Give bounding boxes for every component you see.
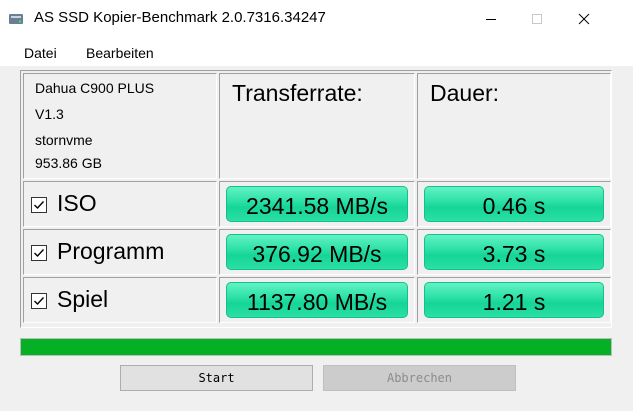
results-grid: Dahua C900 PLUS V1.3 stornvme 953.86 GB … xyxy=(20,70,612,328)
disk-benchmark-icon xyxy=(9,14,23,24)
title-bar: AS SSD Kopier-Benchmark 2.0.7316.34247 xyxy=(0,0,633,38)
checkbox-programm[interactable] xyxy=(31,245,47,261)
maximize-icon xyxy=(532,14,542,24)
progress-fill xyxy=(21,339,611,355)
row-programm-transfer-cell: 376.92 MB/s xyxy=(219,229,415,275)
menu-datei[interactable]: Datei xyxy=(24,45,57,61)
close-button[interactable] xyxy=(561,0,607,38)
drive-driver: stornvme xyxy=(35,132,93,148)
result-bar: 0.46 s xyxy=(424,186,604,222)
row-spiel-label-cell: Spiel xyxy=(23,277,217,323)
row-iso-label-cell: ISO xyxy=(23,181,217,227)
result-bar: 3.73 s xyxy=(424,234,604,270)
minimize-icon xyxy=(486,19,496,20)
row-spiel-duration-cell: 1.21 s xyxy=(417,277,611,323)
drive-capacity: 953.86 GB xyxy=(35,155,102,171)
drive-model: Dahua C900 PLUS xyxy=(35,80,155,96)
row-programm-duration-cell: 3.73 s xyxy=(417,229,611,275)
checkbox-spiel[interactable] xyxy=(31,293,47,309)
progress-bar xyxy=(20,338,612,356)
close-icon xyxy=(578,13,590,25)
row-spiel-transfer: 1137.80 MB/s xyxy=(246,289,388,315)
row-iso-transfer-cell: 2341.58 MB/s xyxy=(219,181,415,227)
result-bar: 2341.58 MB/s xyxy=(226,186,408,222)
row-iso-duration-cell: 0.46 s xyxy=(417,181,611,227)
row-programm-duration: 3.73 s xyxy=(482,241,546,267)
row-spiel-duration: 1.21 s xyxy=(482,289,546,315)
transfer-rate-header-cell: Transferrate: xyxy=(219,73,415,179)
drive-info-panel: Dahua C900 PLUS V1.3 stornvme 953.86 GB xyxy=(23,73,217,179)
row-programm-label: Programm xyxy=(57,238,165,264)
result-bar: 1137.80 MB/s xyxy=(226,282,408,318)
row-spiel-label: Spiel xyxy=(57,286,109,312)
menu-bearbeiten[interactable]: Bearbeiten xyxy=(86,45,154,61)
duration-header: Dauer: xyxy=(430,80,500,106)
row-programm-transfer: 376.92 MB/s xyxy=(252,241,382,267)
row-iso-transfer: 2341.58 MB/s xyxy=(246,193,388,219)
maximize-button xyxy=(514,0,560,38)
window-title: AS SSD Kopier-Benchmark 2.0.7316.34247 xyxy=(34,9,326,26)
row-iso-duration: 0.46 s xyxy=(482,193,546,219)
duration-header-cell: Dauer: xyxy=(417,73,611,179)
abort-button: Abbrechen xyxy=(323,365,516,391)
menu-bar: Datei Bearbeiten xyxy=(0,38,633,66)
transfer-rate-header: Transferrate: xyxy=(232,80,363,106)
result-bar: 1.21 s xyxy=(424,282,604,318)
start-button[interactable]: Start xyxy=(120,365,313,391)
checkbox-iso[interactable] xyxy=(31,197,47,213)
row-programm-label-cell: Programm xyxy=(23,229,217,275)
minimize-button[interactable] xyxy=(468,0,514,38)
result-bar: 376.92 MB/s xyxy=(226,234,408,270)
row-iso-label: ISO xyxy=(57,190,97,216)
row-spiel-transfer-cell: 1137.80 MB/s xyxy=(219,277,415,323)
drive-firmware: V1.3 xyxy=(35,106,64,122)
